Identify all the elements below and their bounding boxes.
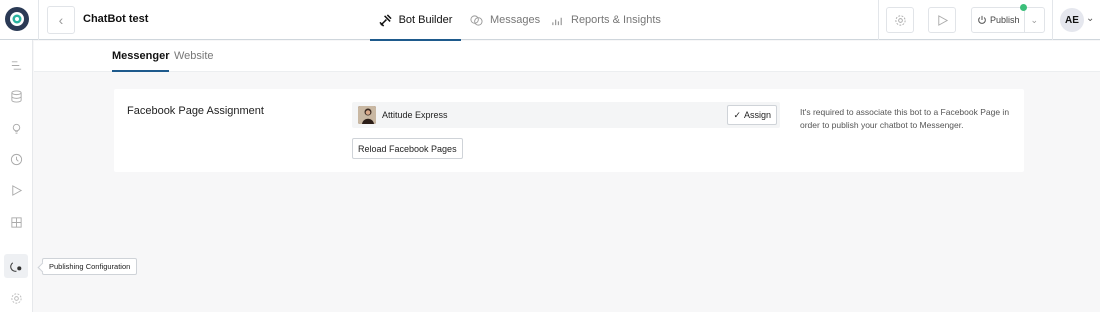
active-subtab-underline: [112, 70, 170, 72]
settings-icon[interactable]: [6, 288, 26, 308]
lightbulb-icon[interactable]: [6, 118, 26, 138]
chevron-left-icon: ‹: [58, 12, 64, 28]
tooltip: Publishing Configuration: [42, 258, 138, 275]
clock-icon[interactable]: [6, 149, 26, 169]
assign-label: Assign: [743, 110, 771, 120]
reload-pages-button[interactable]: Reload Facebook Pages: [352, 138, 463, 159]
tab-bot-builder[interactable]: Bot Builder: [370, 0, 461, 41]
checkmark-icon: ✓: [733, 109, 741, 120]
bar-chart-icon: [552, 17, 562, 25]
divider: [878, 0, 879, 40]
play-svg: [11, 184, 22, 196]
publish-label: Publish: [990, 15, 1020, 25]
facebook-assignment-card: Facebook Page Assignment Attitude Expres…: [114, 89, 1024, 172]
page-avatar: [358, 106, 376, 124]
top-bar: ‹ ChatBot test Bot Builder Messages Repo…: [0, 0, 1100, 41]
page-name: Attitude Express: [382, 110, 448, 120]
help-text: It's required to associate this bot to a…: [800, 107, 1010, 130]
flow-icon[interactable]: [6, 55, 26, 75]
flow-svg: [11, 60, 21, 70]
facebook-page-row: Attitude Express ✓ Assign: [352, 102, 780, 128]
page-avatar-image: [358, 106, 376, 124]
assign-button[interactable]: ✓ Assign: [727, 105, 777, 125]
status-dot: [1020, 4, 1027, 11]
lightbulb-svg: [12, 123, 20, 134]
tab-label: Reports & Insights: [571, 14, 661, 26]
power-icon: [978, 15, 986, 24]
grid-icon[interactable]: [6, 212, 26, 232]
database-icon[interactable]: [6, 86, 26, 106]
tab-messages[interactable]: Messages: [470, 0, 540, 40]
subtab-label: Website: [174, 50, 214, 62]
tab-reports[interactable]: Reports & Insights: [551, 0, 661, 40]
app-logo[interactable]: [5, 7, 29, 31]
divider: [1052, 0, 1053, 40]
clock-svg: [10, 153, 22, 165]
play-icon: [937, 14, 948, 26]
tab-website[interactable]: Website: [174, 50, 214, 62]
chat-bubbles-icon: [470, 14, 483, 26]
avatar[interactable]: AE: [1060, 8, 1084, 32]
publishing-config-icon[interactable]: [4, 254, 28, 278]
channel-tabs: Messenger Website: [34, 41, 1100, 72]
gear-icon: [894, 14, 906, 26]
publishing-config-svg: [9, 261, 21, 272]
section-label: Facebook Page Assignment: [127, 105, 264, 117]
back-button[interactable]: ‹: [47, 6, 75, 34]
logo-icon: [6, 8, 28, 30]
tab-label: Messages: [490, 14, 541, 26]
divider: [38, 0, 39, 40]
settings-button[interactable]: [886, 7, 914, 33]
bot-title: ChatBot test: [83, 13, 149, 25]
subtab-label: Messenger: [112, 50, 170, 62]
chevron-down-icon[interactable]: ⌄: [1086, 13, 1094, 24]
settings-svg: [10, 292, 22, 304]
publish-button[interactable]: Publish ⌄: [971, 7, 1045, 33]
tab-messenger[interactable]: Messenger: [112, 50, 170, 72]
publish-dropdown-icon[interactable]: ⌄: [1025, 15, 1044, 26]
play-icon[interactable]: [6, 180, 26, 200]
tab-label: Bot Builder: [398, 14, 453, 26]
test-bot-button[interactable]: [928, 7, 956, 33]
database-svg: [10, 89, 22, 103]
sidebar: [0, 40, 33, 312]
publish-label-area[interactable]: Publish: [972, 8, 1025, 32]
tools-icon: [378, 13, 392, 27]
grid-svg: [10, 216, 22, 228]
